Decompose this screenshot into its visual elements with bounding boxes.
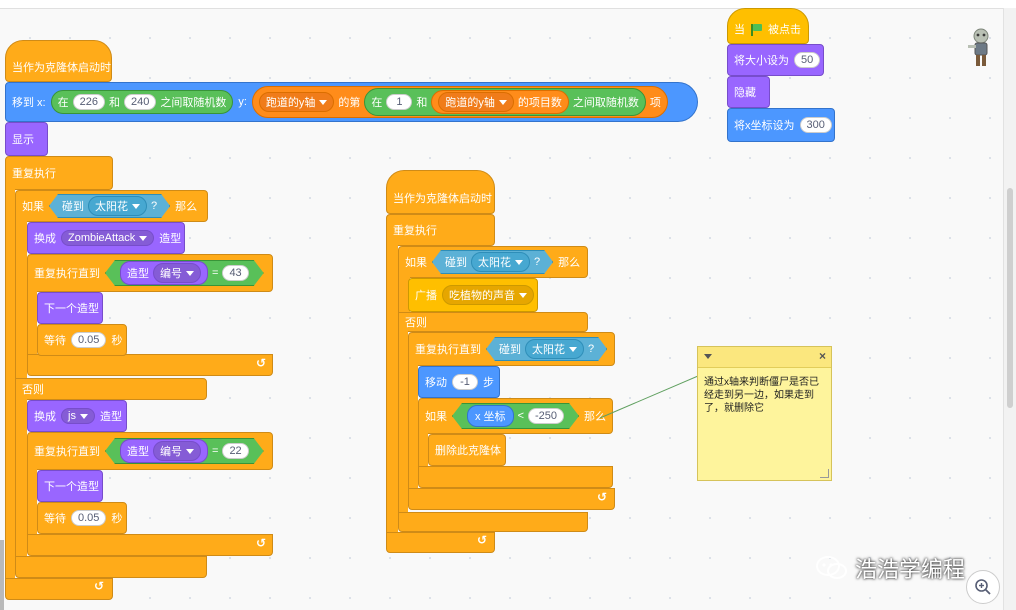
vertical-scrollbar[interactable] — [1003, 8, 1016, 610]
scrollbar-thumb[interactable] — [1007, 188, 1013, 408]
zombie-sprite-icon[interactable] — [968, 28, 996, 68]
close-icon[interactable]: × — [819, 349, 826, 363]
resize-handle-icon[interactable] — [820, 469, 829, 478]
comment-text[interactable]: 通过x轴来判断僵尸是否已经走到另一边，如果走到了，就删除它 — [698, 368, 831, 423]
wechat-icon — [816, 556, 847, 579]
comment-header[interactable]: × — [698, 347, 831, 368]
comment-note[interactable]: × 通过x轴来判断僵尸是否已经走到另一边，如果走到了，就删除它 — [697, 346, 832, 481]
zoom-in-button[interactable] — [966, 570, 1000, 604]
collapse-icon[interactable] — [704, 354, 712, 359]
watermark: 浩浩学编程 — [815, 552, 965, 584]
horizontal-scroll-edge — [0, 540, 4, 610]
comment-connector-line — [599, 375, 699, 419]
zoom-in-icon — [975, 579, 991, 595]
watermark-text: 浩浩学编程 — [855, 557, 966, 582]
